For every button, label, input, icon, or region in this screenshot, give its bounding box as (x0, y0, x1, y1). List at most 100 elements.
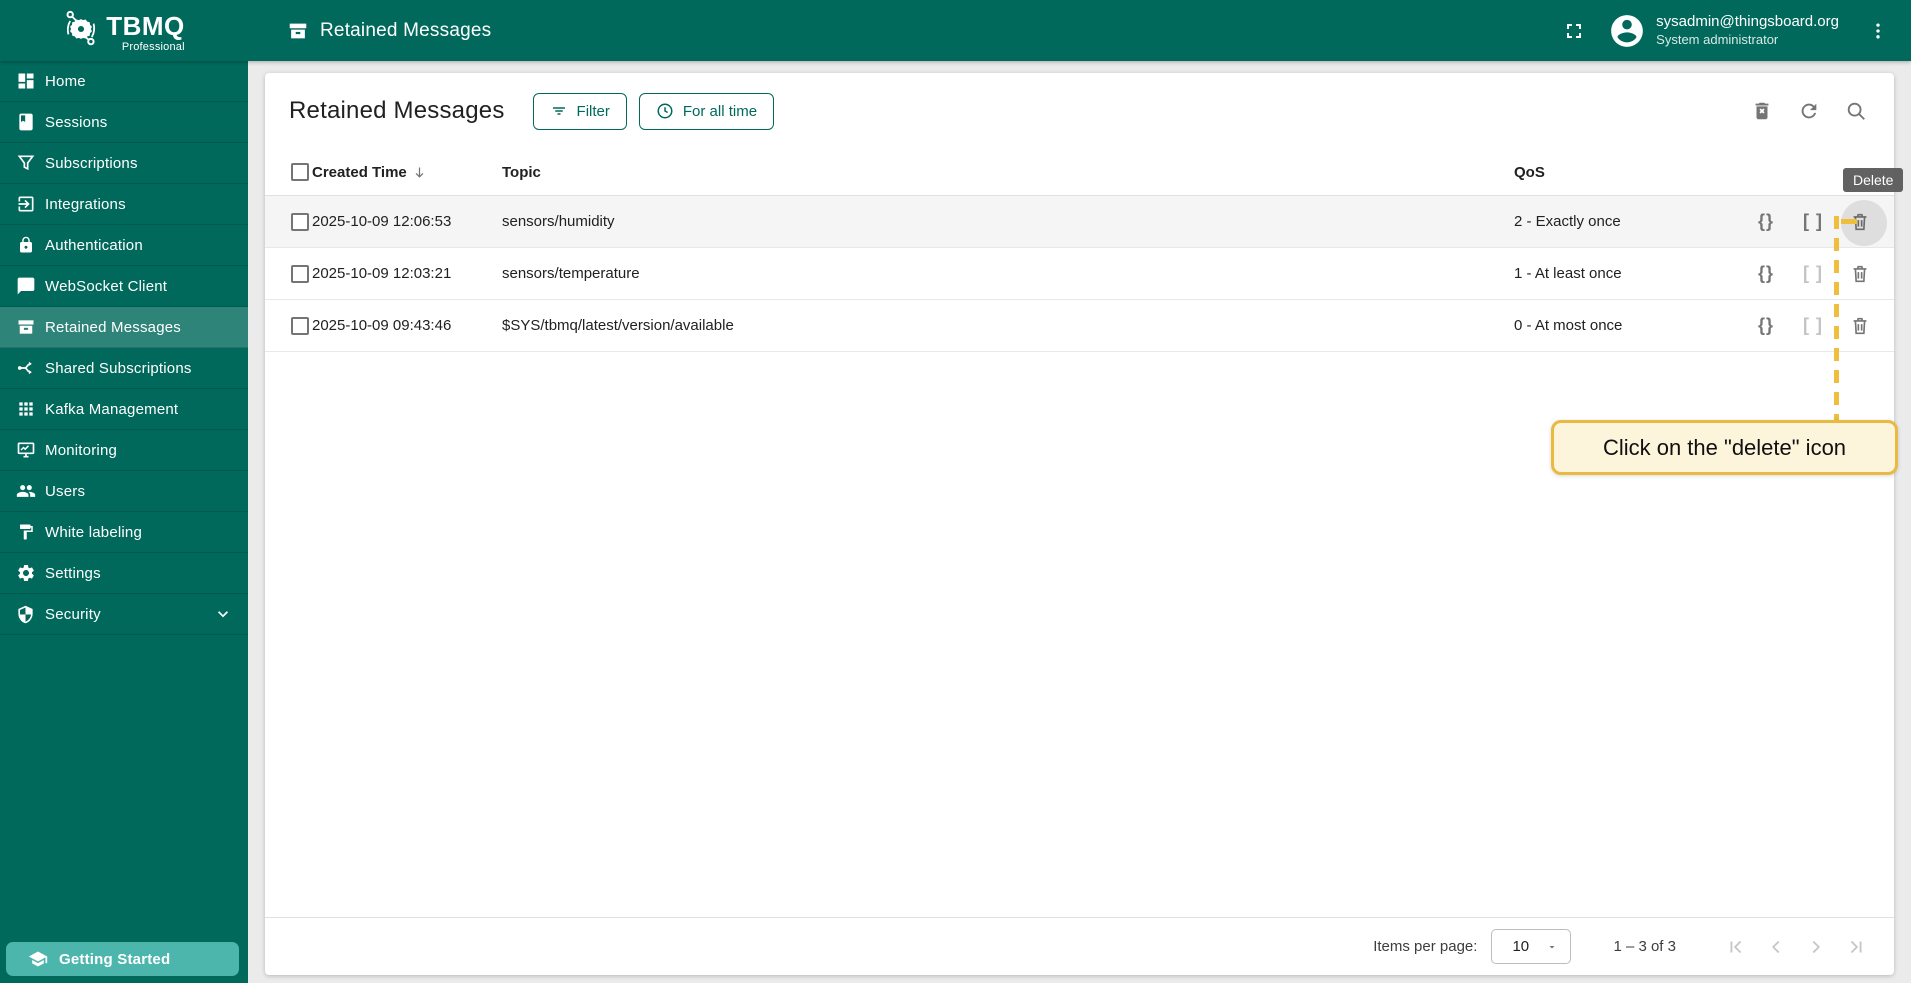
delete-row-button[interactable] (1838, 304, 1882, 348)
table-header: Created Time Topic QoS (265, 149, 1894, 196)
sidebar-item-security[interactable]: Security (0, 594, 248, 635)
archive-icon (15, 317, 36, 338)
table-row[interactable]: 2025-10-09 12:03:21 sensors/temperature … (265, 248, 1894, 300)
getting-started-button[interactable]: Getting Started (6, 942, 239, 976)
filter-lines-icon (552, 107, 565, 115)
last-page-button[interactable] (1836, 927, 1876, 967)
search-icon (1847, 102, 1865, 120)
sidebar-item-websocket-client[interactable]: WebSocket Client (0, 266, 248, 307)
gear-icon (15, 563, 36, 584)
page-title: Retained Messages (289, 97, 505, 124)
paginator: Items per page: 10 1 – 3 of 3 (265, 917, 1894, 975)
fullscreen-button[interactable] (1554, 11, 1594, 51)
delete-all-button[interactable] (1742, 91, 1782, 131)
refresh-icon (1801, 103, 1817, 119)
sidebar: Home Sessions Subscriptions Integrations… (0, 61, 248, 983)
avatar[interactable] (1608, 12, 1646, 50)
sidebar-item-integrations[interactable]: Integrations (0, 184, 248, 225)
delete-icon (1853, 317, 1867, 334)
lock-icon (15, 235, 36, 256)
refresh-button[interactable] (1789, 91, 1829, 131)
payload-json-button[interactable]: {} (1744, 304, 1788, 348)
payload-properties-button[interactable]: [ ] (1791, 304, 1835, 348)
cell-qos: 2 - Exactly once (1514, 213, 1621, 230)
sidebar-item-authentication[interactable]: Authentication (0, 225, 248, 266)
annotation-dash-horizontal (1841, 219, 1857, 224)
sidebar-item-white-labeling[interactable]: White labeling (0, 512, 248, 553)
main-content: Retained Messages Filter For all time Cr… (248, 61, 1911, 983)
sidebar-item-kafka-management[interactable]: Kafka Management (0, 389, 248, 430)
next-page-button[interactable] (1796, 927, 1836, 967)
items-per-page-select[interactable]: 10 (1491, 929, 1572, 964)
sidebar-item-users[interactable]: Users (0, 471, 248, 512)
sidebar-item-subscriptions[interactable]: Subscriptions (0, 143, 248, 184)
column-created-time[interactable]: Created Time (312, 164, 502, 181)
sidebar-item-settings[interactable]: Settings (0, 553, 248, 594)
archive-icon (289, 23, 307, 38)
sidebar-item-monitoring[interactable]: Monitoring (0, 430, 248, 471)
retained-messages-card: Retained Messages Filter For all time Cr… (265, 73, 1894, 975)
cell-created-time: 2025-10-09 12:03:21 (312, 265, 452, 282)
monitor-icon (15, 440, 36, 461)
chat-icon (15, 276, 36, 297)
top-app-bar: TBMQ Professional Retained Messages sysa… (0, 0, 1911, 61)
sidebar-item-retained-messages[interactable]: Retained Messages (0, 307, 248, 348)
clock-icon (657, 103, 673, 119)
first-page-icon (1730, 940, 1742, 953)
payload-properties-button[interactable]: [ ] (1791, 252, 1835, 296)
payload-json-button[interactable]: {} (1744, 252, 1788, 296)
funnel-icon (15, 153, 36, 174)
caret-down-icon (1549, 945, 1555, 948)
table-row[interactable]: 2025-10-09 09:43:46 $SYS/tbmq/latest/ver… (265, 300, 1894, 352)
chevron-left-icon (1771, 940, 1780, 953)
column-topic[interactable]: Topic (502, 164, 1514, 181)
page-header-title: Retained Messages (287, 20, 491, 42)
graduation-cap-icon (28, 951, 48, 967)
exit-to-app-icon (15, 194, 36, 215)
cell-qos: 0 - At most once (1514, 317, 1623, 334)
chevron-down-icon (213, 604, 233, 624)
column-qos[interactable]: QoS (1514, 164, 1744, 181)
brand-name: TBMQ (106, 10, 185, 41)
sidebar-item-shared-subscriptions[interactable]: Shared Subscriptions (0, 348, 248, 389)
table-row[interactable]: 2025-10-09 12:06:53 sensors/humidity 2 -… (265, 196, 1894, 248)
previous-page-button[interactable] (1756, 927, 1796, 967)
people-icon (15, 481, 36, 502)
cell-created-time: 2025-10-09 09:43:46 (312, 317, 452, 334)
items-per-page-label: Items per page: (1373, 938, 1478, 955)
select-all-checkbox[interactable] (291, 163, 309, 181)
delete-icon (1853, 265, 1867, 282)
row-checkbox[interactable] (291, 316, 309, 335)
row-checkbox[interactable] (291, 212, 309, 231)
shield-icon (15, 604, 36, 625)
cell-topic: sensors/temperature (502, 265, 640, 282)
kebab-icon (1876, 23, 1880, 38)
sidebar-item-sessions[interactable]: Sessions (0, 102, 248, 143)
tbmq-gear-icon (66, 10, 96, 45)
book-icon (15, 112, 36, 133)
user-menu[interactable]: sysadmin@thingsboard.org System administ… (1656, 13, 1839, 48)
paint-roller-icon (15, 522, 36, 543)
page-range-label: 1 – 3 of 3 (1613, 938, 1676, 955)
more-menu-button[interactable] (1865, 11, 1891, 51)
cell-topic: sensors/humidity (502, 213, 615, 230)
delete-tooltip: Delete (1843, 168, 1904, 192)
cell-created-time: 2025-10-09 12:06:53 (312, 213, 452, 230)
delete-row-button[interactable] (1838, 252, 1882, 296)
user-role: System administrator (1656, 31, 1779, 47)
annotation-callout: Click on the "delete" icon (1551, 420, 1898, 475)
sort-descending-icon (415, 167, 424, 178)
first-page-button[interactable] (1716, 927, 1756, 967)
sidebar-item-home[interactable]: Home (0, 61, 248, 102)
filter-button[interactable]: Filter (532, 92, 627, 130)
dashboard-icon (15, 71, 36, 92)
payload-json-button[interactable]: {} (1744, 200, 1788, 244)
tbmq-logo[interactable]: TBMQ Professional (63, 9, 185, 53)
payload-properties-button[interactable]: [ ] (1791, 200, 1835, 244)
split-icon (15, 358, 36, 379)
search-button[interactable] (1836, 91, 1876, 131)
time-range-button[interactable]: For all time (638, 92, 775, 130)
row-checkbox[interactable] (291, 264, 309, 283)
annotation-dash-vertical (1834, 216, 1839, 422)
cell-qos: 1 - At least once (1514, 265, 1622, 282)
